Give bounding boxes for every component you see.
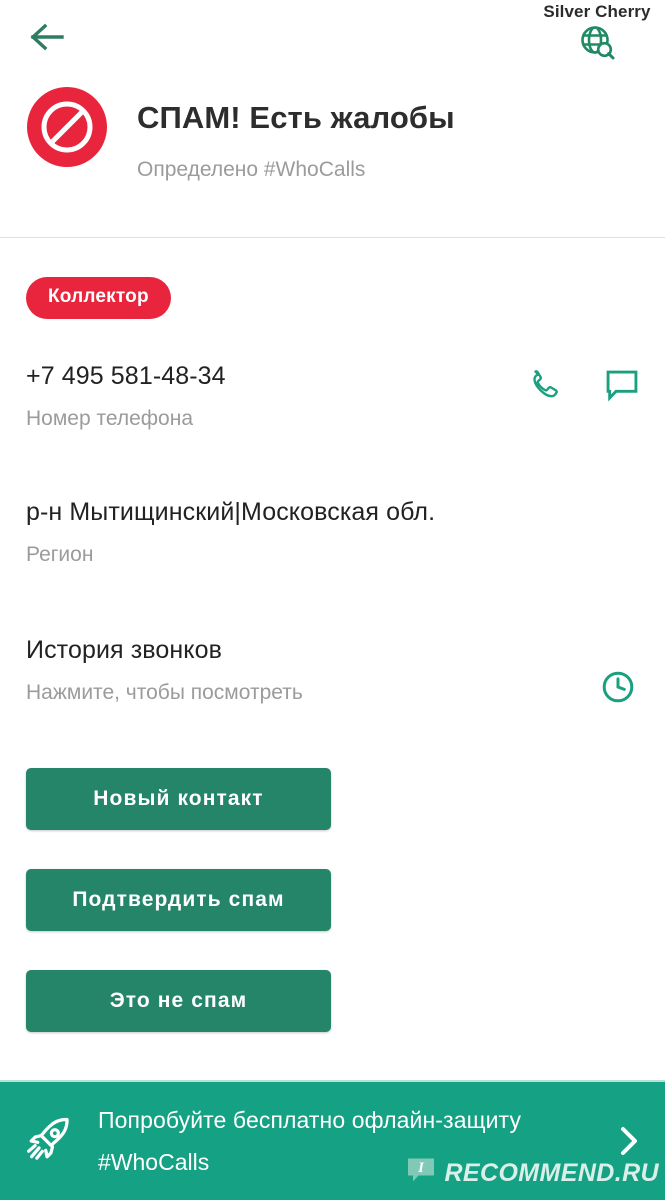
region-row: р-н Мытищинский|Московская обл. Регион bbox=[0, 497, 665, 567]
globe-search-icon bbox=[533, 23, 661, 61]
action-buttons: Новый контакт Подтвердить спам Это не сп… bbox=[0, 768, 665, 1032]
chevron-right-icon[interactable] bbox=[615, 1121, 643, 1161]
status-badge[interactable]: Коллектор bbox=[26, 277, 171, 319]
promo-banner[interactable]: Попробуйте бесплатно офлайн-защиту #WhoC… bbox=[0, 1080, 665, 1200]
phone-row: +7 495 581-48-34 Номер телефона bbox=[0, 361, 665, 431]
new-contact-button[interactable]: Новый контакт bbox=[26, 768, 331, 830]
caller-header: СПАМ! Есть жалобы Определено #WhoCalls bbox=[0, 74, 665, 238]
page-subtitle: Определено #WhoCalls bbox=[137, 158, 366, 181]
watermark-silver-cherry: Silver Cherry bbox=[533, 2, 661, 61]
message-icon[interactable] bbox=[603, 366, 641, 404]
rocket-icon bbox=[18, 1115, 80, 1167]
back-button[interactable] bbox=[24, 14, 72, 60]
page-title: СПАМ! Есть жалобы bbox=[137, 100, 455, 135]
app-screen: Silver Cherry СПАМ! Есть жалобы Определе… bbox=[0, 0, 665, 1200]
banner-texts: Попробуйте бесплатно офлайн-защиту #WhoC… bbox=[98, 1106, 521, 1176]
region-value: р-н Мытищинский|Московская обл. bbox=[26, 498, 436, 526]
confirm-spam-button[interactable]: Подтвердить спам bbox=[26, 869, 331, 931]
clock-icon[interactable] bbox=[600, 669, 636, 710]
region-label: Регион bbox=[26, 543, 94, 566]
top-bar: Silver Cherry bbox=[0, 0, 665, 74]
badge-row: Коллектор bbox=[0, 238, 665, 319]
watermark-text: Silver Cherry bbox=[543, 2, 651, 21]
call-history-row[interactable]: История звонков Нажмите, чтобы посмотрет… bbox=[0, 635, 665, 705]
back-arrow-icon bbox=[30, 23, 64, 51]
banner-line-2: #WhoCalls bbox=[98, 1149, 210, 1175]
phone-label: Номер телефона bbox=[26, 407, 194, 430]
call-icon[interactable] bbox=[525, 366, 563, 404]
spam-block-icon bbox=[26, 86, 108, 168]
phone-actions bbox=[525, 366, 641, 404]
not-spam-button[interactable]: Это не спам bbox=[26, 970, 331, 1032]
call-history-hint: Нажмите, чтобы посмотреть bbox=[26, 681, 303, 704]
content-area: Коллектор +7 495 581-48-34 Номер телефон… bbox=[0, 238, 665, 1080]
call-history-title: История звонков bbox=[26, 636, 222, 664]
banner-line-1: Попробуйте бесплатно офлайн-защиту bbox=[98, 1107, 522, 1133]
